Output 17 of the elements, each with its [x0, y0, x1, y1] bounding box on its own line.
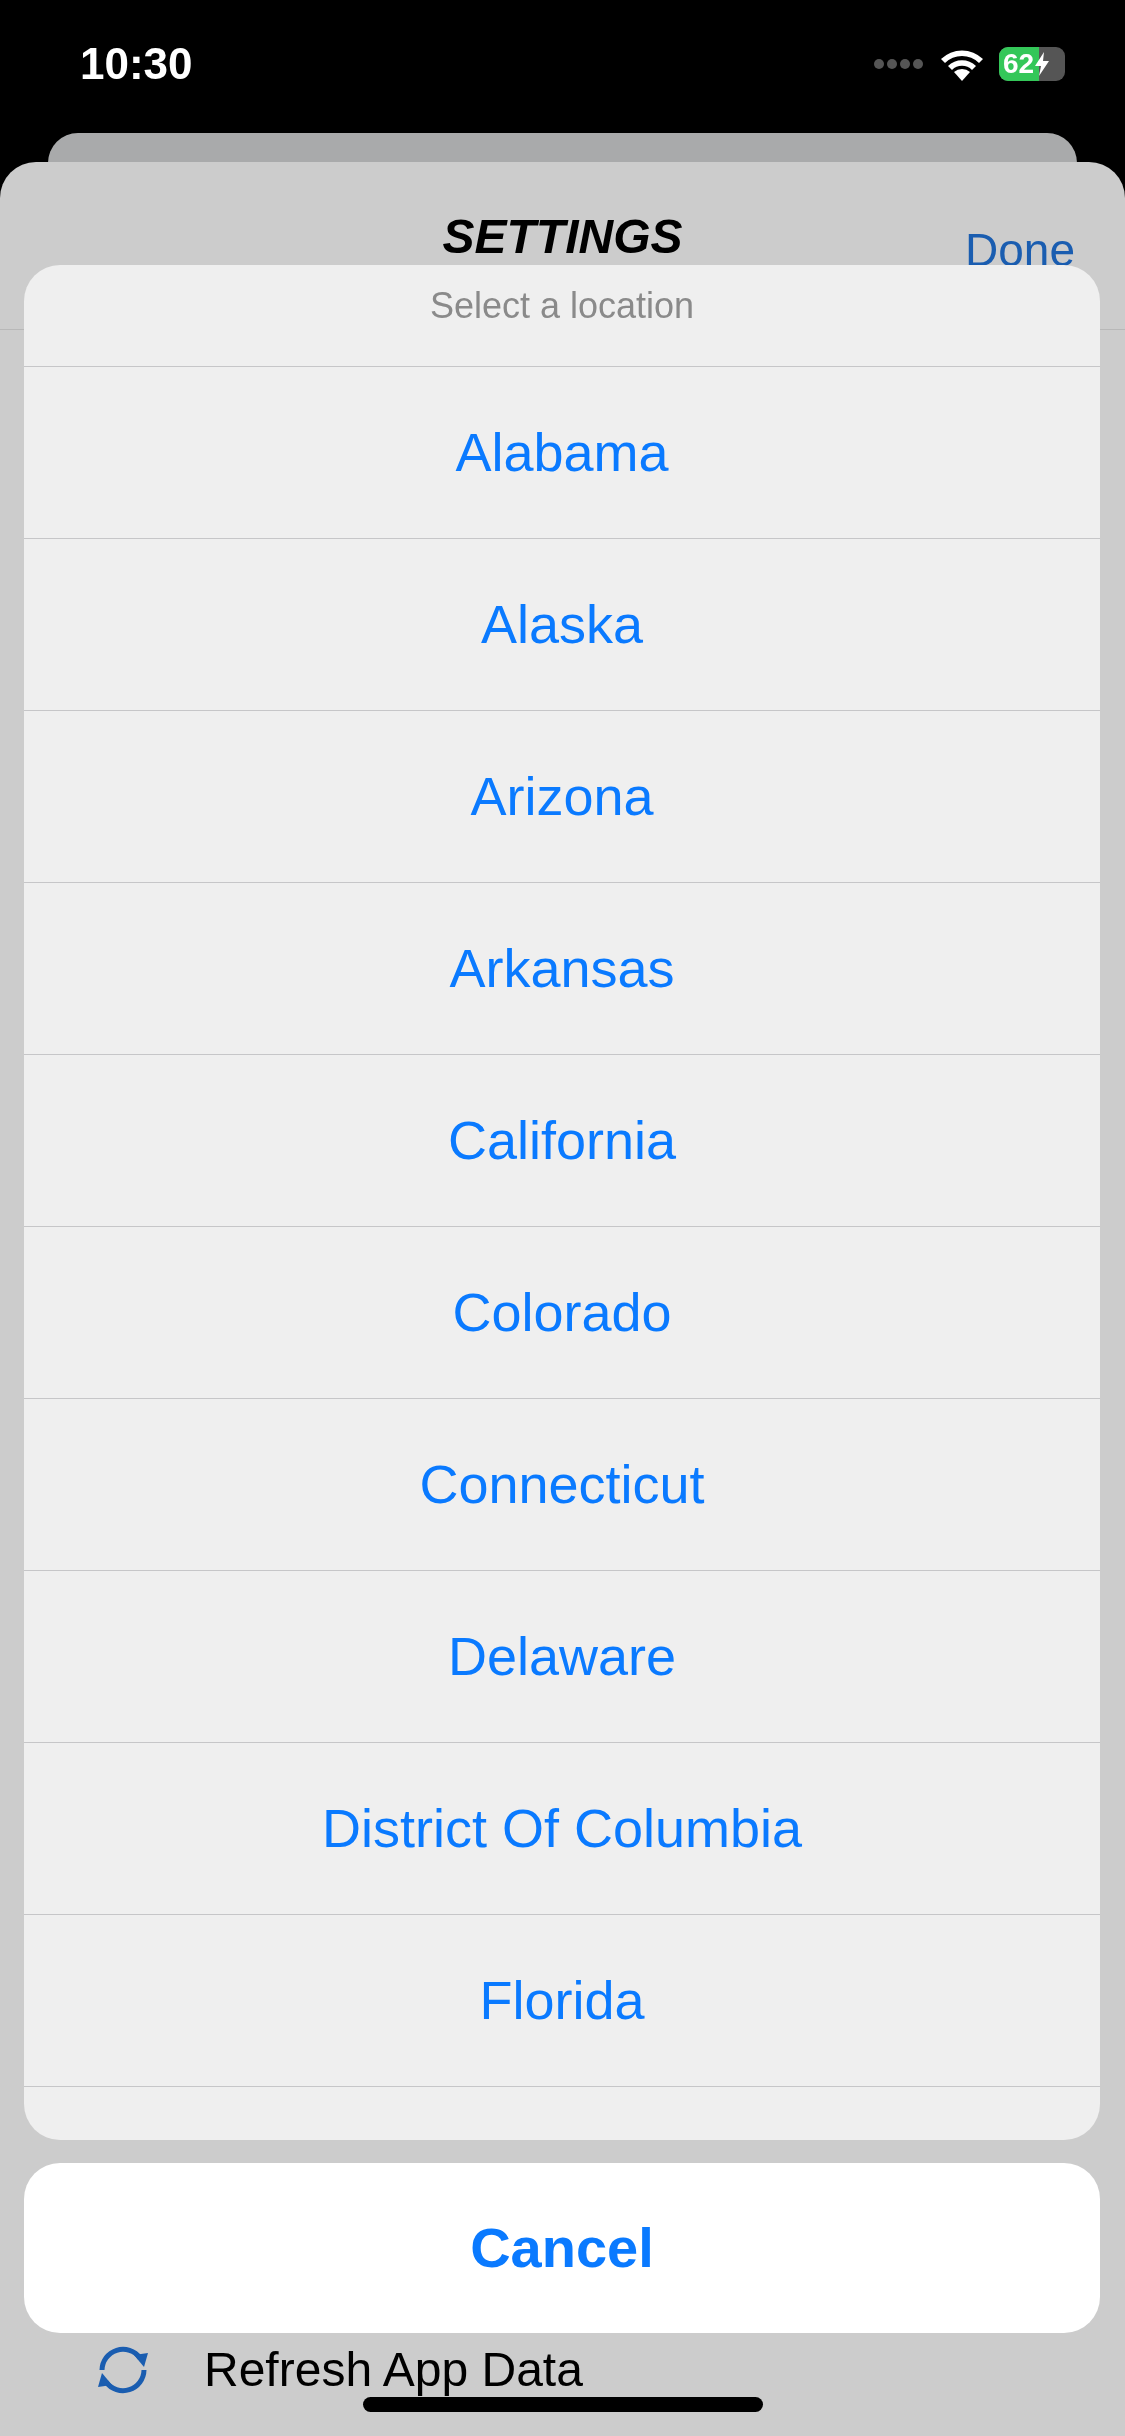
- sheet-subtitle: Select a location: [429, 284, 695, 328]
- location-option[interactable]: California: [24, 1054, 1100, 1226]
- location-option[interactable]: District Of Columbia: [24, 1742, 1100, 1914]
- cancel-button[interactable]: Cancel: [24, 2163, 1100, 2333]
- location-option[interactable]: Alabama: [24, 366, 1100, 538]
- location-option[interactable]: Connecticut: [24, 1398, 1100, 1570]
- battery-icon: 62: [999, 46, 1065, 81]
- signal-icon: [873, 57, 925, 70]
- location-option[interactable]: Arkansas: [24, 882, 1100, 1054]
- sheet-title: SETTINGS: [442, 208, 683, 265]
- settings-row-label[interactable]: Refresh App Data: [204, 2342, 583, 2398]
- location-option[interactable]: Florida: [24, 1914, 1100, 2086]
- location-option[interactable]: Arizona: [24, 710, 1100, 882]
- location-option[interactable]: Colorado: [24, 1226, 1100, 1398]
- location-option[interactable]: Delaware: [24, 1570, 1100, 1742]
- location-option[interactable]: Alaska: [24, 538, 1100, 710]
- clock-time: 10:30: [80, 37, 193, 90]
